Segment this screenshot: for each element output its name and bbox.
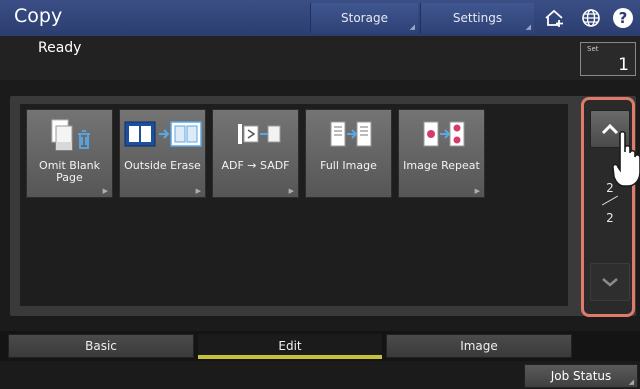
omit-blank-page-button[interactable]: Omit Blank Page ▶: [26, 109, 113, 198]
help-icon[interactable]: ?: [609, 4, 637, 32]
corner-arrow-icon: ▶: [195, 187, 201, 195]
active-tab-indicator: [198, 355, 382, 359]
machine-status: Ready: [38, 40, 82, 56]
storage-button-label: Storage: [341, 11, 388, 25]
globe-icon[interactable]: [577, 4, 605, 32]
corner-arrow-icon: ◢: [525, 23, 531, 31]
page-down-button[interactable]: [590, 263, 630, 301]
tile-label: Outside Erase: [124, 159, 201, 172]
omit-blank-page-icon: [27, 116, 112, 156]
adf-sadf-icon: [213, 116, 298, 156]
tab-label: Basic: [85, 339, 117, 353]
page-total: 2: [606, 211, 614, 225]
tab-image[interactable]: Image: [386, 334, 572, 358]
home-add-icon[interactable]: [541, 4, 569, 32]
chevron-down-icon: [602, 278, 618, 287]
storage-button[interactable]: Storage ◢: [310, 3, 418, 33]
job-status-button[interactable]: Job Status ◢: [524, 364, 638, 388]
help-glyph: ?: [619, 9, 628, 27]
corner-arrow-icon: ▶: [102, 187, 108, 195]
job-status-label: Job Status: [550, 369, 612, 383]
copies-label: Set: [587, 45, 599, 53]
settings-button[interactable]: Settings ◢: [420, 3, 534, 33]
tile-label: Omit Blank Page: [39, 159, 100, 184]
full-image-button[interactable]: Full Image: [305, 109, 392, 198]
tile-label: ADF → SADF: [221, 159, 290, 172]
outside-erase-button[interactable]: Outside Erase ▶: [119, 109, 206, 198]
settings-button-label: Settings: [452, 11, 503, 25]
pointing-hand-icon: [612, 130, 640, 192]
corner-arrow-icon: ▶: [474, 187, 480, 195]
tab-basic[interactable]: Basic: [8, 334, 194, 358]
tile-label: Image Repeat: [403, 159, 480, 172]
copies-value: 1: [618, 55, 629, 75]
image-repeat-icon: [399, 116, 484, 156]
corner-arrow-icon: ◢: [628, 378, 634, 386]
outside-erase-icon: [120, 116, 205, 156]
corner-arrow-icon: ▶: [288, 187, 294, 195]
status-strip: [0, 36, 640, 80]
tab-label: Edit: [278, 339, 302, 353]
image-repeat-button[interactable]: Image Repeat ▶: [398, 109, 485, 198]
tile-label: Full Image: [320, 159, 377, 172]
app-title: Copy: [14, 5, 63, 27]
tab-label: Image: [460, 339, 498, 353]
copies-counter[interactable]: Set 1: [580, 42, 636, 76]
corner-arrow-icon: ◢: [409, 23, 415, 31]
full-image-icon: [306, 116, 391, 156]
adf-sadf-button[interactable]: ADF → SADF ▶: [212, 109, 299, 198]
